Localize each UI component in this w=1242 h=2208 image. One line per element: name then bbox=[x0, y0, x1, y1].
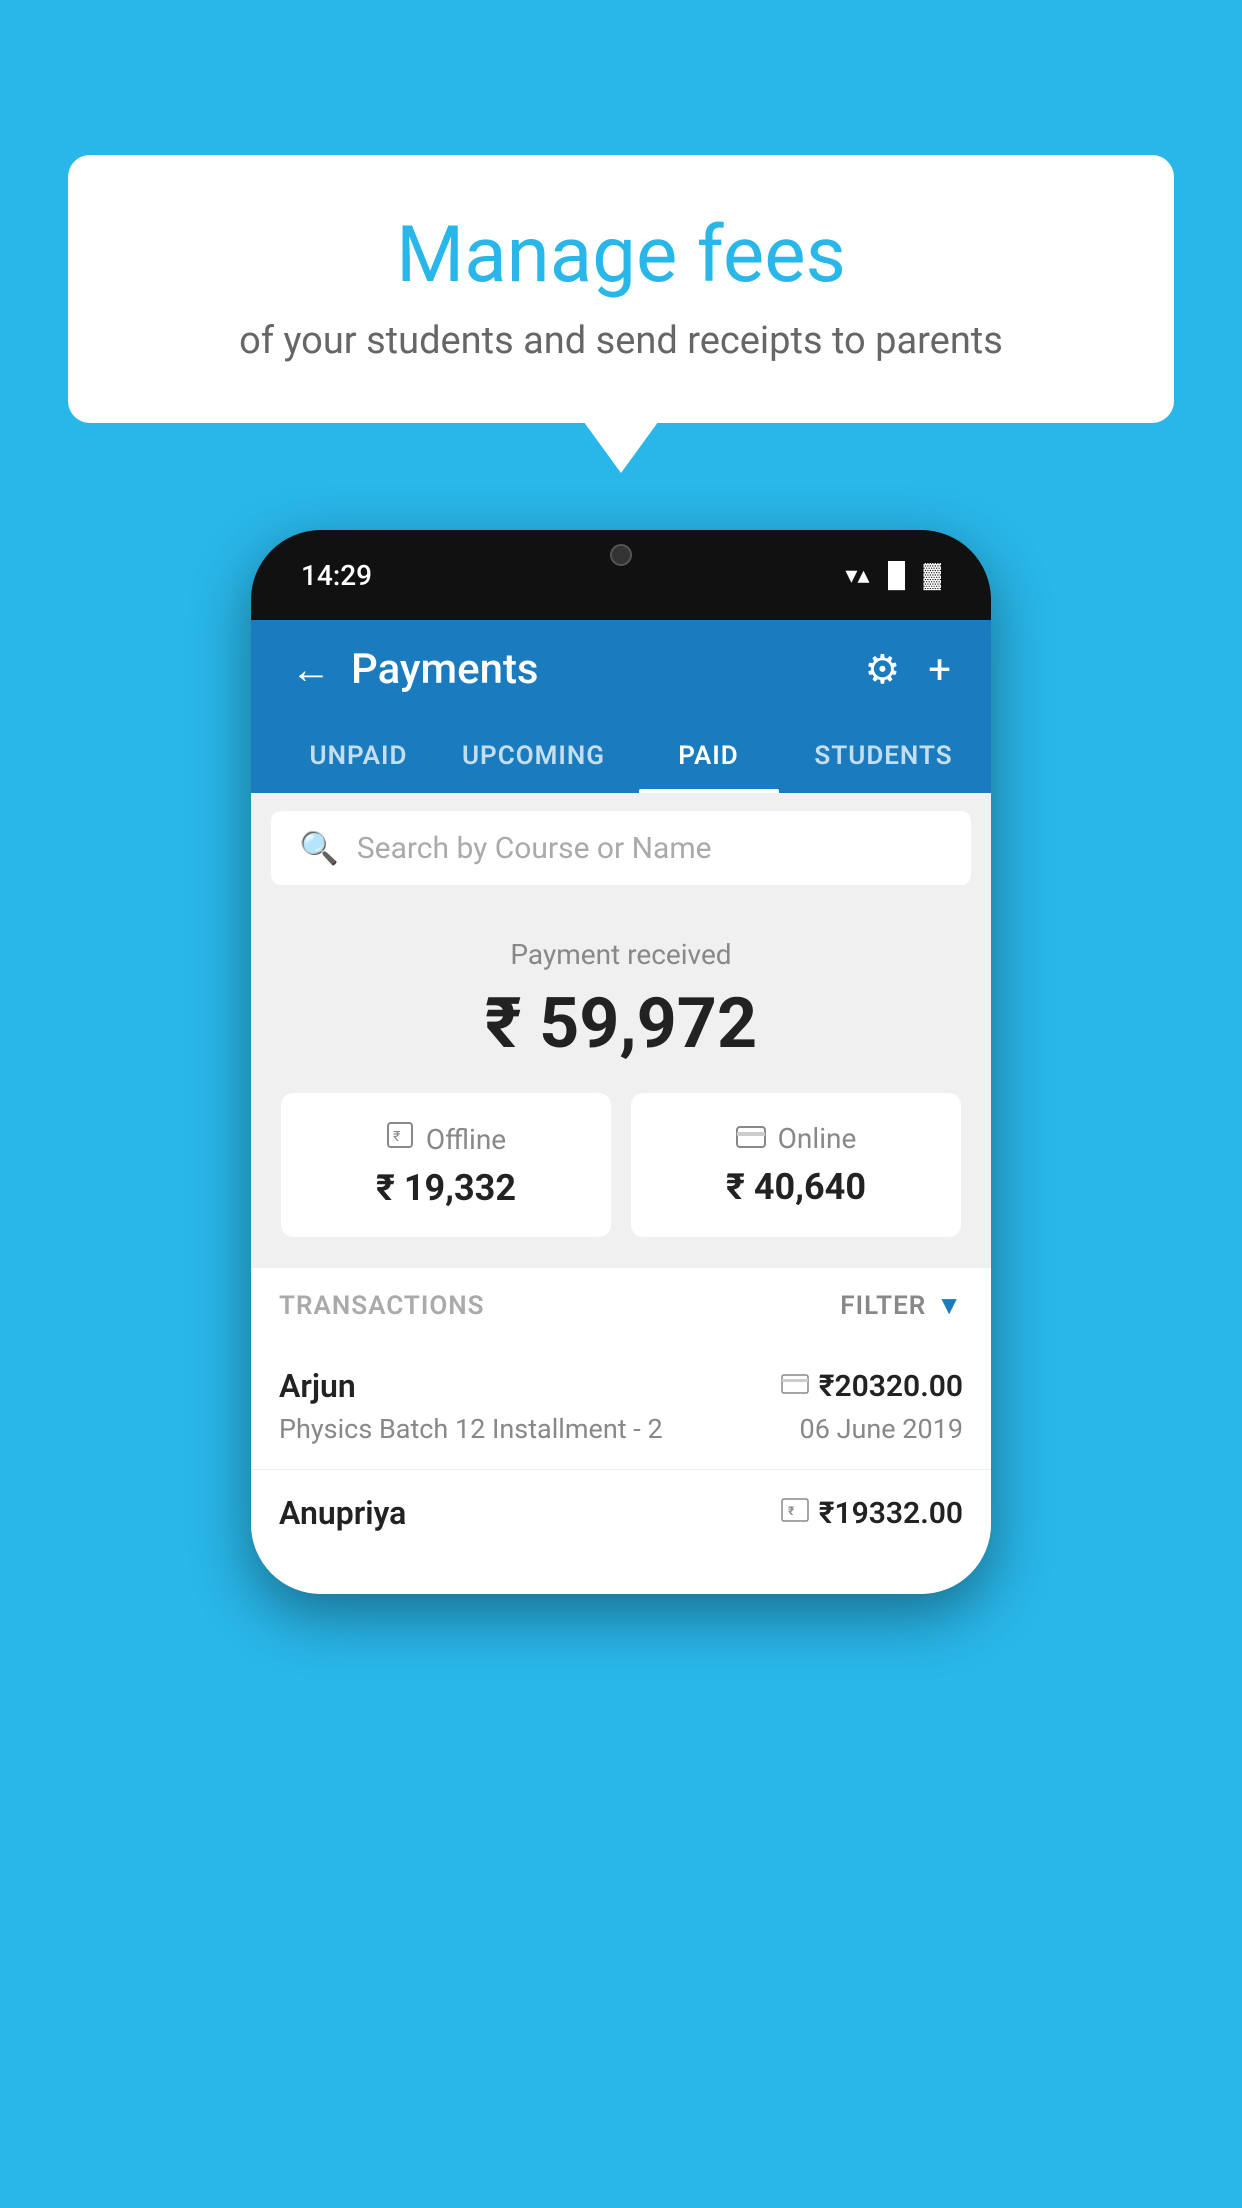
wifi-icon: ▾▴ bbox=[845, 561, 869, 589]
payment-cards: ₹ Offline ₹ 19,332 bbox=[281, 1093, 961, 1237]
filter-label: FILTER bbox=[840, 1291, 926, 1321]
tab-upcoming[interactable]: UPCOMING bbox=[446, 719, 621, 793]
signal-icon: ▐▌ bbox=[879, 561, 913, 590]
payment-summary: Payment received ₹ 59,972 ₹ Offline bbox=[251, 903, 991, 1267]
filter-icon: ▼ bbox=[936, 1290, 963, 1321]
search-container: 🔍 Search by Course or Name bbox=[251, 793, 991, 903]
online-card-header: Online bbox=[655, 1121, 937, 1156]
app-title: Payments bbox=[351, 645, 539, 694]
transaction-amount-2: ₹ ₹19332.00 bbox=[781, 1496, 963, 1531]
svg-text:₹: ₹ bbox=[393, 1129, 400, 1145]
amount-value-2: ₹19332.00 bbox=[819, 1496, 963, 1531]
app-header: ← Payments ⚙ + bbox=[251, 620, 991, 719]
header-left: ← Payments bbox=[291, 645, 539, 694]
transaction-amount: ₹20320.00 bbox=[781, 1369, 963, 1404]
offline-label: Offline bbox=[426, 1123, 506, 1156]
offline-card-header: ₹ Offline bbox=[305, 1121, 587, 1157]
payment-type-icon-2: ₹ bbox=[781, 1498, 809, 1529]
payment-label: Payment received bbox=[281, 938, 961, 971]
transaction-row-partial[interactable]: Anupriya ₹ ₹19332.00 bbox=[251, 1470, 991, 1564]
tab-unpaid[interactable]: UNPAID bbox=[271, 719, 446, 793]
status-icons: ▾▴ ▐▌ ▓ bbox=[845, 561, 941, 590]
add-icon[interactable]: + bbox=[928, 646, 951, 693]
student-name-2: Anupriya bbox=[279, 1494, 406, 1532]
online-amount: ₹ 40,640 bbox=[655, 1166, 937, 1208]
tab-paid[interactable]: PAID bbox=[621, 719, 796, 793]
tab-students[interactable]: STUDENTS bbox=[796, 719, 971, 793]
search-bar[interactable]: 🔍 Search by Course or Name bbox=[271, 811, 971, 885]
back-button[interactable]: ← bbox=[291, 646, 331, 693]
transaction-top: Arjun ₹20320.00 bbox=[279, 1367, 963, 1405]
offline-icon: ₹ bbox=[386, 1121, 414, 1157]
bubble-card: Manage fees of your students and send re… bbox=[68, 155, 1174, 423]
amount-value: ₹20320.00 bbox=[819, 1369, 963, 1404]
offline-amount: ₹ 19,332 bbox=[305, 1167, 587, 1209]
payment-amount: ₹ 59,972 bbox=[281, 983, 961, 1065]
notch bbox=[561, 530, 681, 580]
course-name: Physics Batch 12 Installment - 2 bbox=[279, 1413, 663, 1445]
status-bar: 14:29 ▾▴ ▐▌ ▓ bbox=[251, 530, 991, 620]
header-right: ⚙ + bbox=[864, 646, 951, 693]
phone-bottom bbox=[251, 1564, 991, 1594]
online-card: Online ₹ 40,640 bbox=[631, 1093, 961, 1237]
camera bbox=[610, 544, 632, 566]
bubble-subtitle: of your students and send receipts to pa… bbox=[128, 319, 1114, 363]
transaction-bottom: Physics Batch 12 Installment - 2 06 June… bbox=[279, 1413, 963, 1445]
bubble-title: Manage fees bbox=[128, 210, 1114, 301]
filter-button[interactable]: FILTER ▼ bbox=[840, 1290, 963, 1321]
payment-type-icon bbox=[781, 1371, 809, 1401]
speech-bubble: Manage fees of your students and send re… bbox=[68, 155, 1174, 423]
transactions-label: TRANSACTIONS bbox=[279, 1291, 485, 1321]
transaction-date: 06 June 2019 bbox=[800, 1413, 963, 1445]
svg-text:₹: ₹ bbox=[788, 1504, 795, 1518]
online-icon bbox=[736, 1121, 766, 1156]
transaction-row[interactable]: Arjun ₹20320.00 Physics Batch 12 Install… bbox=[251, 1343, 991, 1470]
settings-icon[interactable]: ⚙ bbox=[864, 646, 900, 693]
app-content: ← Payments ⚙ + UNPAID UPCOMING PAID STUD… bbox=[251, 620, 991, 1594]
tabs: UNPAID UPCOMING PAID STUDENTS bbox=[251, 719, 991, 793]
offline-card: ₹ Offline ₹ 19,332 bbox=[281, 1093, 611, 1237]
student-name: Arjun bbox=[279, 1367, 356, 1405]
phone-frame: 14:29 ▾▴ ▐▌ ▓ ← Payments ⚙ + UNPAID UPCO… bbox=[251, 530, 991, 1594]
transactions-header: TRANSACTIONS FILTER ▼ bbox=[251, 1267, 991, 1343]
status-time: 14:29 bbox=[301, 559, 372, 592]
search-icon: 🔍 bbox=[299, 829, 339, 867]
search-input[interactable]: Search by Course or Name bbox=[357, 831, 712, 866]
battery-icon: ▓ bbox=[924, 561, 942, 590]
transaction-top-2: Anupriya ₹ ₹19332.00 bbox=[279, 1494, 963, 1532]
online-label: Online bbox=[778, 1122, 857, 1155]
